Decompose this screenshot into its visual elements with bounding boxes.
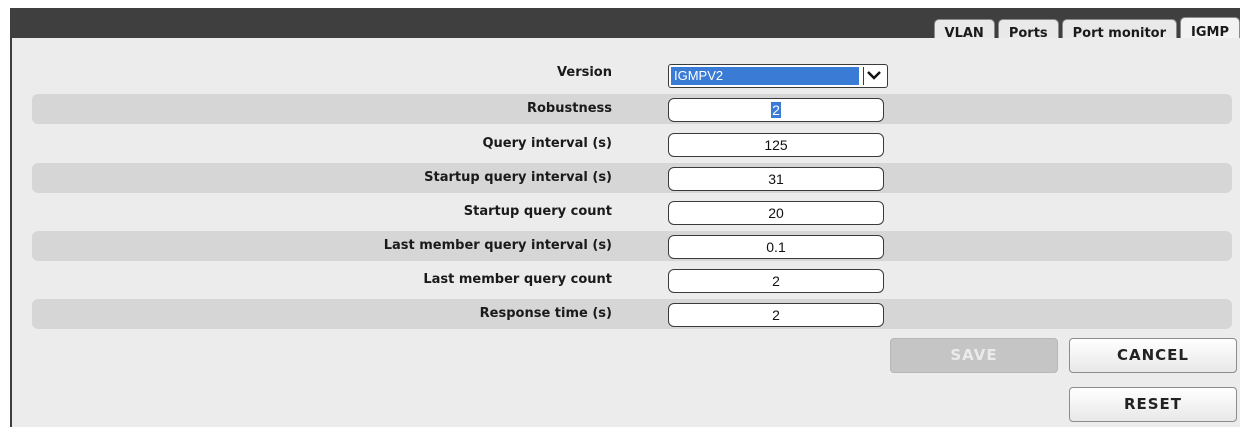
startup-query-interval-row: Startup query interval (s) 31 (32, 163, 1232, 193)
header-bar: VLAN Ports Port monitor IGMP (10, 8, 1240, 46)
reset-button[interactable]: RESET (1069, 387, 1237, 422)
last-member-query-count-field[interactable]: 2 (668, 269, 884, 293)
save-button[interactable]: SAVE (890, 338, 1058, 373)
igmp-settings-panel: Version IGMPV2 Robustness 2 Query interv… (10, 38, 1240, 427)
startup-query-count-row: Startup query count 20 (32, 197, 1232, 227)
query-interval-label: Query interval (s) (482, 136, 612, 151)
robustness-label: Robustness (526, 101, 612, 116)
startup-query-count-field[interactable]: 20 (668, 201, 884, 225)
startup-query-interval-field[interactable]: 31 (668, 167, 884, 191)
robustness-field[interactable]: 2 (668, 98, 884, 122)
chevron-down-icon[interactable] (863, 67, 885, 85)
startup-query-interval-label: Startup query interval (s) (424, 170, 612, 185)
version-select[interactable]: IGMPV2 (668, 64, 888, 88)
last-member-query-interval-label: Last member query interval (s) (383, 238, 612, 253)
robustness-value: 2 (771, 102, 781, 118)
robustness-row: Robustness 2 (32, 94, 1232, 124)
cancel-button[interactable]: CANCEL (1069, 338, 1237, 373)
last-member-query-interval-row: Last member query interval (s) 0.1 (32, 231, 1232, 261)
response-time-row: Response time (s) 2 (32, 299, 1232, 329)
query-interval-row: Query interval (s) 125 (32, 129, 1232, 159)
version-select-value: IGMPV2 (671, 67, 859, 85)
version-label: Version (557, 65, 612, 80)
response-time-field[interactable]: 2 (668, 303, 884, 327)
response-time-label: Response time (s) (479, 306, 612, 321)
last-member-query-count-row: Last member query count 2 (32, 265, 1232, 295)
startup-query-count-label: Startup query count (463, 204, 612, 219)
query-interval-field[interactable]: 125 (668, 133, 884, 157)
last-member-query-count-label: Last member query count (423, 272, 612, 287)
last-member-query-interval-field[interactable]: 0.1 (668, 235, 884, 259)
version-row: Version IGMPV2 (32, 58, 1232, 88)
